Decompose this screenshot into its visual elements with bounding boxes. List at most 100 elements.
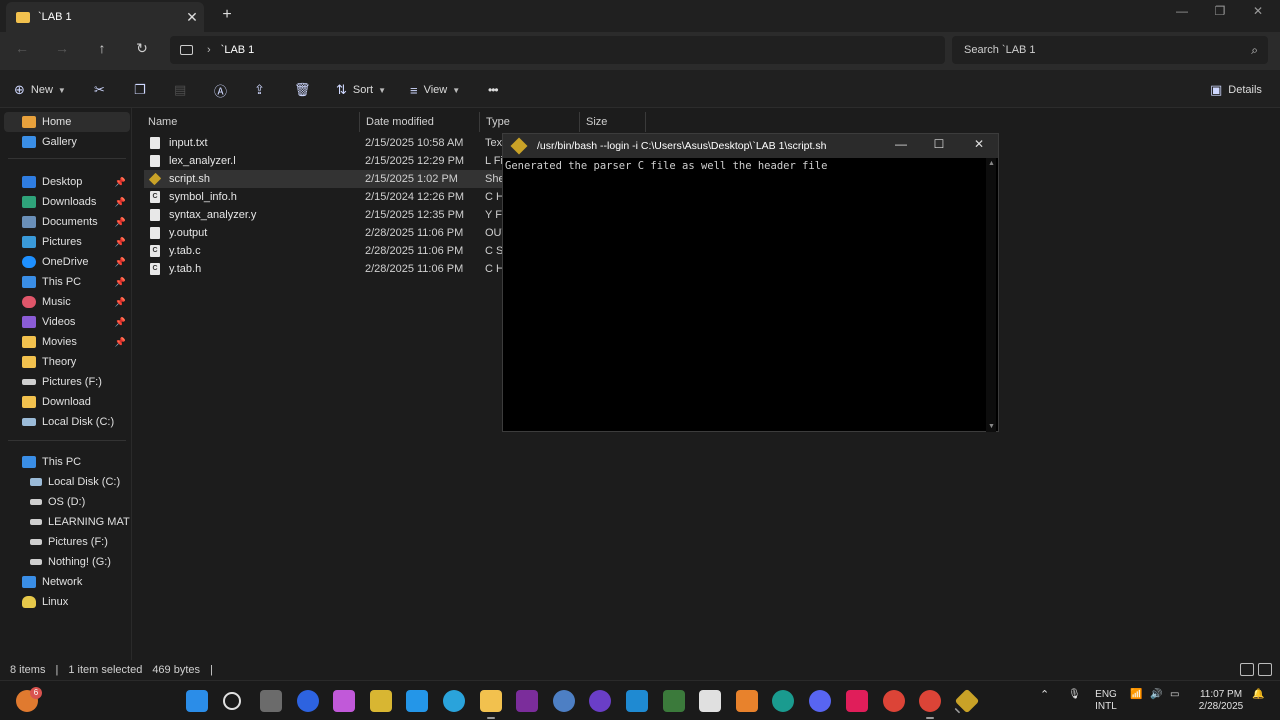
sidebar-item-pictures-f[interactable]: Pictures (F:) [4,372,130,392]
restore-button[interactable]: ❐ [1200,4,1240,18]
view-button[interactable]: ≡ View ▼ [410,80,460,100]
file-row-y-tab-c[interactable]: C y.tab.c 2/28/2025 11:06 PM C Sc [144,242,514,260]
sidebar-item-drive-e[interactable]: LEARNING MATERI... [4,512,130,532]
sidebar-item-thispc[interactable]: This PC [4,452,130,472]
sidebar-item-linux[interactable]: Linux [4,592,130,612]
file-row-script-sh[interactable]: script.sh 2/15/2025 1:02 PM Shel [144,170,514,188]
forward-arrow-icon[interactable]: → [50,40,74,60]
search-input[interactable]: Search `LAB 1 ⌕ [952,36,1268,64]
address-field[interactable]: › `LAB 1 [170,36,945,64]
onenote-icon[interactable] [516,690,538,712]
wifi-icon[interactable]: 📶 [1130,689,1142,701]
clock[interactable]: 11:07 PM 2/28/2025 [1196,689,1246,713]
terminal-title-bar[interactable]: /usr/bin/bash --login -i C:\Users\Asus\D… [503,134,998,158]
more-options-button[interactable]: ••• [488,80,499,100]
back-arrow-icon[interactable]: ← [10,40,34,60]
file-row-y-tab-h[interactable]: C y.tab.h 2/28/2025 11:06 PM C He [144,260,514,278]
chrome-icon[interactable] [883,690,905,712]
discord-icon[interactable] [809,690,831,712]
details-button[interactable]: ▣ Details [1210,80,1262,100]
sidebar-item-pictures[interactable]: Pictures 📌 [4,232,130,252]
sidebar-item-drive-f[interactable]: Pictures (F:) [4,532,130,552]
sidebar-item-downloads[interactable]: Downloads 📌 [4,192,130,212]
file-row-lex-analyzer[interactable]: lex_analyzer.l 2/15/2025 12:29 PM L Fil [144,152,514,170]
github-desktop-icon[interactable] [589,690,611,712]
copy-icon[interactable]: ❐ [134,80,152,100]
sidebar-item-home[interactable]: Home [4,112,130,132]
column-header-size[interactable]: Size [580,112,646,132]
telegram-icon[interactable] [443,690,465,712]
sidebar-item-music[interactable]: Music 📌 [4,292,130,312]
sidebar-item-videos[interactable]: Videos 📌 [4,312,130,332]
column-header-date[interactable]: Date modified [360,112,480,132]
chat-app-icon[interactable] [406,690,428,712]
tab-lab1[interactable]: `LAB 1 ✕ [6,2,204,32]
cut-icon[interactable]: ✂ [94,80,111,100]
new-tab-button[interactable]: + [216,6,238,26]
sidebar-item-theory[interactable]: Theory [4,352,130,372]
sidebar-item-thispc-pinned[interactable]: This PC 📌 [4,272,130,292]
sidebar-item-onedrive[interactable]: OneDrive 📌 [4,252,130,272]
start-icon[interactable] [186,690,208,712]
slack-icon[interactable] [846,690,868,712]
terminal-window[interactable]: /usr/bin/bash --login -i C:\Users\Asus\D… [502,133,999,432]
pixel-app-icon[interactable] [370,690,392,712]
terminal-minimize-button[interactable]: — [883,137,919,151]
column-header-name[interactable]: Name [142,112,360,132]
sidebar-item-download[interactable]: Download [4,392,130,412]
scroll-up-icon[interactable]: ▲ [988,160,995,167]
notification-bell-icon[interactable]: 🔔 [1252,689,1264,701]
terminal-output[interactable]: Generated the parser C file as well the … [503,158,998,174]
sidebar-item-network[interactable]: Network [4,572,130,592]
delete-icon[interactable]: 🗑 [294,80,317,100]
sidebar-item-documents[interactable]: Documents 📌 [4,212,130,232]
sidebar-item-drive-g[interactable]: Nothing! (G:) [4,552,130,572]
rename-icon[interactable]: Ⓐ [214,80,233,100]
new-button[interactable]: ⊕ New ▼ [14,80,66,100]
tiles-view-icon[interactable] [1258,663,1272,676]
sidebar-item-movies[interactable]: Movies 📌 [4,332,130,352]
zoom-icon[interactable] [297,690,319,712]
close-tab-icon[interactable]: ✕ [180,9,204,26]
close-window-button[interactable]: ✕ [1238,4,1278,18]
refresh-icon[interactable]: ↻ [130,40,154,60]
sidebar-item-localdisk-c[interactable]: Local Disk (C:) [4,412,130,432]
battery-icon[interactable]: ▭ [1170,689,1179,701]
minimize-button[interactable]: — [1162,4,1202,18]
file-row-symbol-info[interactable]: C symbol_info.h 2/15/2024 12:26 PM C He [144,188,514,206]
terminal-maximize-button[interactable]: ☐ [921,137,957,151]
sidebar-item-drive-c[interactable]: Local Disk (C:) [4,472,130,492]
language-indicator[interactable]: ENG INTL [1092,689,1120,713]
terminal-close-button[interactable]: ✕ [961,137,997,151]
share-icon[interactable]: ⇪ [254,80,271,100]
volume-icon[interactable]: 🔊 [1150,689,1162,701]
search-icon[interactable] [223,692,241,710]
scroll-down-icon[interactable]: ▼ [988,423,995,430]
sort-button[interactable]: ⇅ Sort ▼ [336,80,386,100]
chevron-up-icon[interactable]: ⌃ [1040,689,1049,701]
column-header-type[interactable]: Type [480,112,580,132]
sidebar-item-drive-d[interactable]: OS (D:) [4,492,130,512]
sidebar-item-gallery[interactable]: Gallery [4,132,130,152]
file-row-syntax-analyzer[interactable]: syntax_analyzer.y 2/15/2025 12:35 PM Y F… [144,206,514,224]
chrome-profile-icon[interactable] [919,690,941,719]
terminal-scrollbar[interactable]: ▲ ▼ [986,158,996,432]
paste-icon[interactable]: ▤ [174,80,192,100]
sublime-text-icon[interactable] [736,690,758,712]
document-app-icon[interactable] [699,690,721,712]
edge-icon[interactable] [772,690,794,712]
details-view-icon[interactable] [1240,663,1254,676]
microphone-icon[interactable]: 🎙 [1068,689,1081,701]
file-row-input-txt[interactable]: input.txt 2/15/2025 10:58 AM Text [144,134,514,152]
file-explorer-icon[interactable] [480,690,502,719]
task-view-icon[interactable] [260,690,282,712]
qbittorrent-icon[interactable] [553,690,575,712]
git-bash-icon[interactable] [954,688,980,714]
breadcrumb-lab1[interactable]: `LAB 1 [221,44,255,56]
up-arrow-icon[interactable]: ↑ [90,40,114,60]
circuit-app-icon[interactable] [663,690,685,712]
copilot-icon[interactable] [333,690,355,712]
vscode-icon[interactable] [626,690,648,712]
sidebar-item-desktop[interactable]: Desktop 📌 [4,172,130,192]
file-row-y-output[interactable]: y.output 2/28/2025 11:06 PM OUT [144,224,514,242]
